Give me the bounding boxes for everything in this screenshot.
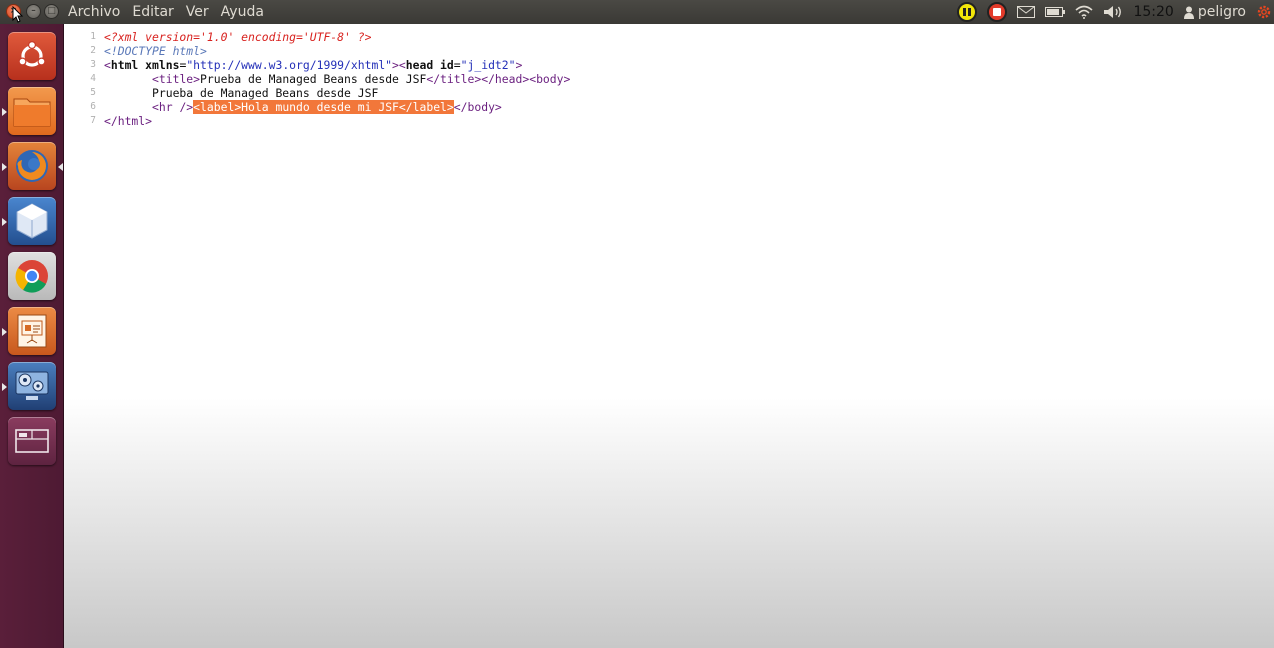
running-indicator [2, 218, 7, 226]
code-token: Prueba de Managed Beans desde JSF [104, 86, 379, 100]
line-source: <!DOCTYPE html> [104, 44, 207, 58]
menu-ayuda[interactable]: Ayuda [221, 0, 264, 24]
launcher-item-virtualbox[interactable] [8, 197, 56, 245]
stop-icon [993, 8, 1002, 16]
wifi-indicator[interactable] [1075, 5, 1093, 19]
line-number: 6 [90, 101, 96, 112]
menu-bar: Archivo Editar Ver Ayuda [68, 0, 276, 24]
launcher-item-workspace-switcher[interactable] [8, 417, 56, 465]
ubuntu-logo-icon [18, 40, 46, 67]
indicator-area: 15:20 peligro [947, 0, 1274, 24]
maximize-button[interactable]: □ [44, 4, 59, 19]
screen-recorder-icon [15, 371, 49, 400]
line-source: </html> [104, 114, 152, 128]
firefox-icon [16, 150, 48, 182]
launcher-item-firefox[interactable] [8, 142, 56, 190]
maximize-icon: □ [47, 6, 56, 16]
line-source: <title>Prueba de Managed Beans desde JSF… [104, 72, 570, 86]
launcher-item-ubuntu-dash[interactable] [8, 32, 56, 80]
gear-icon [1257, 5, 1271, 19]
code-token: </title></head><body> [426, 72, 571, 86]
running-indicator [2, 328, 7, 336]
running-indicator [2, 108, 7, 116]
battery-icon [1045, 7, 1066, 17]
code-token: id [433, 58, 454, 72]
code-token: "http://www.w3.org/1999/xhtml" [186, 58, 393, 72]
code-token: <!DOCTYPE html> [104, 44, 207, 58]
line-number: 2 [90, 45, 96, 56]
clock[interactable]: 15:20 [1133, 4, 1173, 20]
code-token: xmlns [138, 58, 180, 72]
menu-archivo[interactable]: Archivo [68, 0, 120, 24]
code-token: <title> [152, 72, 201, 86]
menu-editar[interactable]: Editar [132, 0, 173, 24]
running-indicator [2, 383, 7, 391]
running-indicator [2, 163, 7, 171]
volume-icon [1104, 6, 1122, 18]
code-token: <?xml version='1.0' encoding='UTF-8' ?> [104, 30, 372, 44]
top-panel: × – □ Archivo Editar Ver Ayuda 15:20 [0, 0, 1274, 24]
recorder-stop-button[interactable] [987, 2, 1008, 22]
session-menu[interactable] [1256, 4, 1272, 20]
line-number: 7 [90, 115, 96, 126]
code-token: > [515, 58, 523, 72]
code-token: </body> [453, 100, 502, 114]
chrome-icon [15, 260, 48, 293]
line-source: Prueba de Managed Beans desde JSF [104, 86, 378, 100]
virtualbox-icon [16, 203, 48, 239]
volume-indicator[interactable] [1103, 5, 1123, 19]
user-name: peligro [1197, 4, 1246, 20]
line-number: 3 [90, 59, 96, 70]
mail-icon [1017, 6, 1036, 18]
minimize-button[interactable]: – [26, 4, 41, 19]
line-number: 4 [90, 73, 96, 84]
code-token: = [453, 58, 461, 72]
battery-indicator[interactable] [1045, 7, 1066, 17]
selected-text: <label>Hola mundo desde mi JSF</label> [193, 100, 454, 114]
line-number: 5 [90, 87, 96, 98]
line-number: 1 [90, 31, 96, 42]
line-source: <?xml version='1.0' encoding='UTF-8' ?> [104, 30, 371, 44]
launcher-item-chrome[interactable] [8, 252, 56, 300]
code-token: < [104, 58, 111, 72]
code-token: <hr /> [152, 100, 194, 114]
menu-ver[interactable]: Ver [186, 0, 209, 24]
launcher-item-files[interactable] [8, 87, 56, 135]
code-token: </html> [104, 114, 153, 128]
line-source: <html xmlns = "http://www.w3.org/1999/xhtm… [104, 58, 522, 72]
code-token: >< [392, 58, 406, 72]
launcher-item-impress[interactable] [8, 307, 56, 355]
line-source: <hr /><label>Hola mundo desde mi JSF</la… [104, 100, 502, 114]
mouse-cursor-icon [12, 6, 24, 23]
mail-indicator[interactable] [1017, 6, 1036, 18]
presentation-icon [17, 314, 47, 348]
code-token: head [405, 58, 434, 72]
folder-icon [13, 98, 51, 127]
launcher [0, 24, 64, 648]
active-indicator [58, 163, 63, 171]
pause-icon [963, 8, 972, 16]
code-token: Prueba de Managed Beans desde JSF [200, 72, 427, 86]
wifi-icon [1075, 5, 1093, 19]
workspace-switcher-icon [15, 429, 49, 453]
user-icon [1183, 6, 1194, 19]
code-token: html [110, 58, 139, 72]
minimize-icon: – [31, 6, 36, 16]
code-token: "j_idt2" [460, 58, 516, 72]
launcher-item-screen-recorder[interactable] [8, 362, 56, 410]
source-view[interactable]: 1 <?xml version='1.0' encoding='UTF-8' ?>… [64, 24, 1274, 648]
user-menu[interactable]: peligro [1183, 4, 1246, 20]
recorder-pause-button[interactable] [957, 2, 978, 22]
